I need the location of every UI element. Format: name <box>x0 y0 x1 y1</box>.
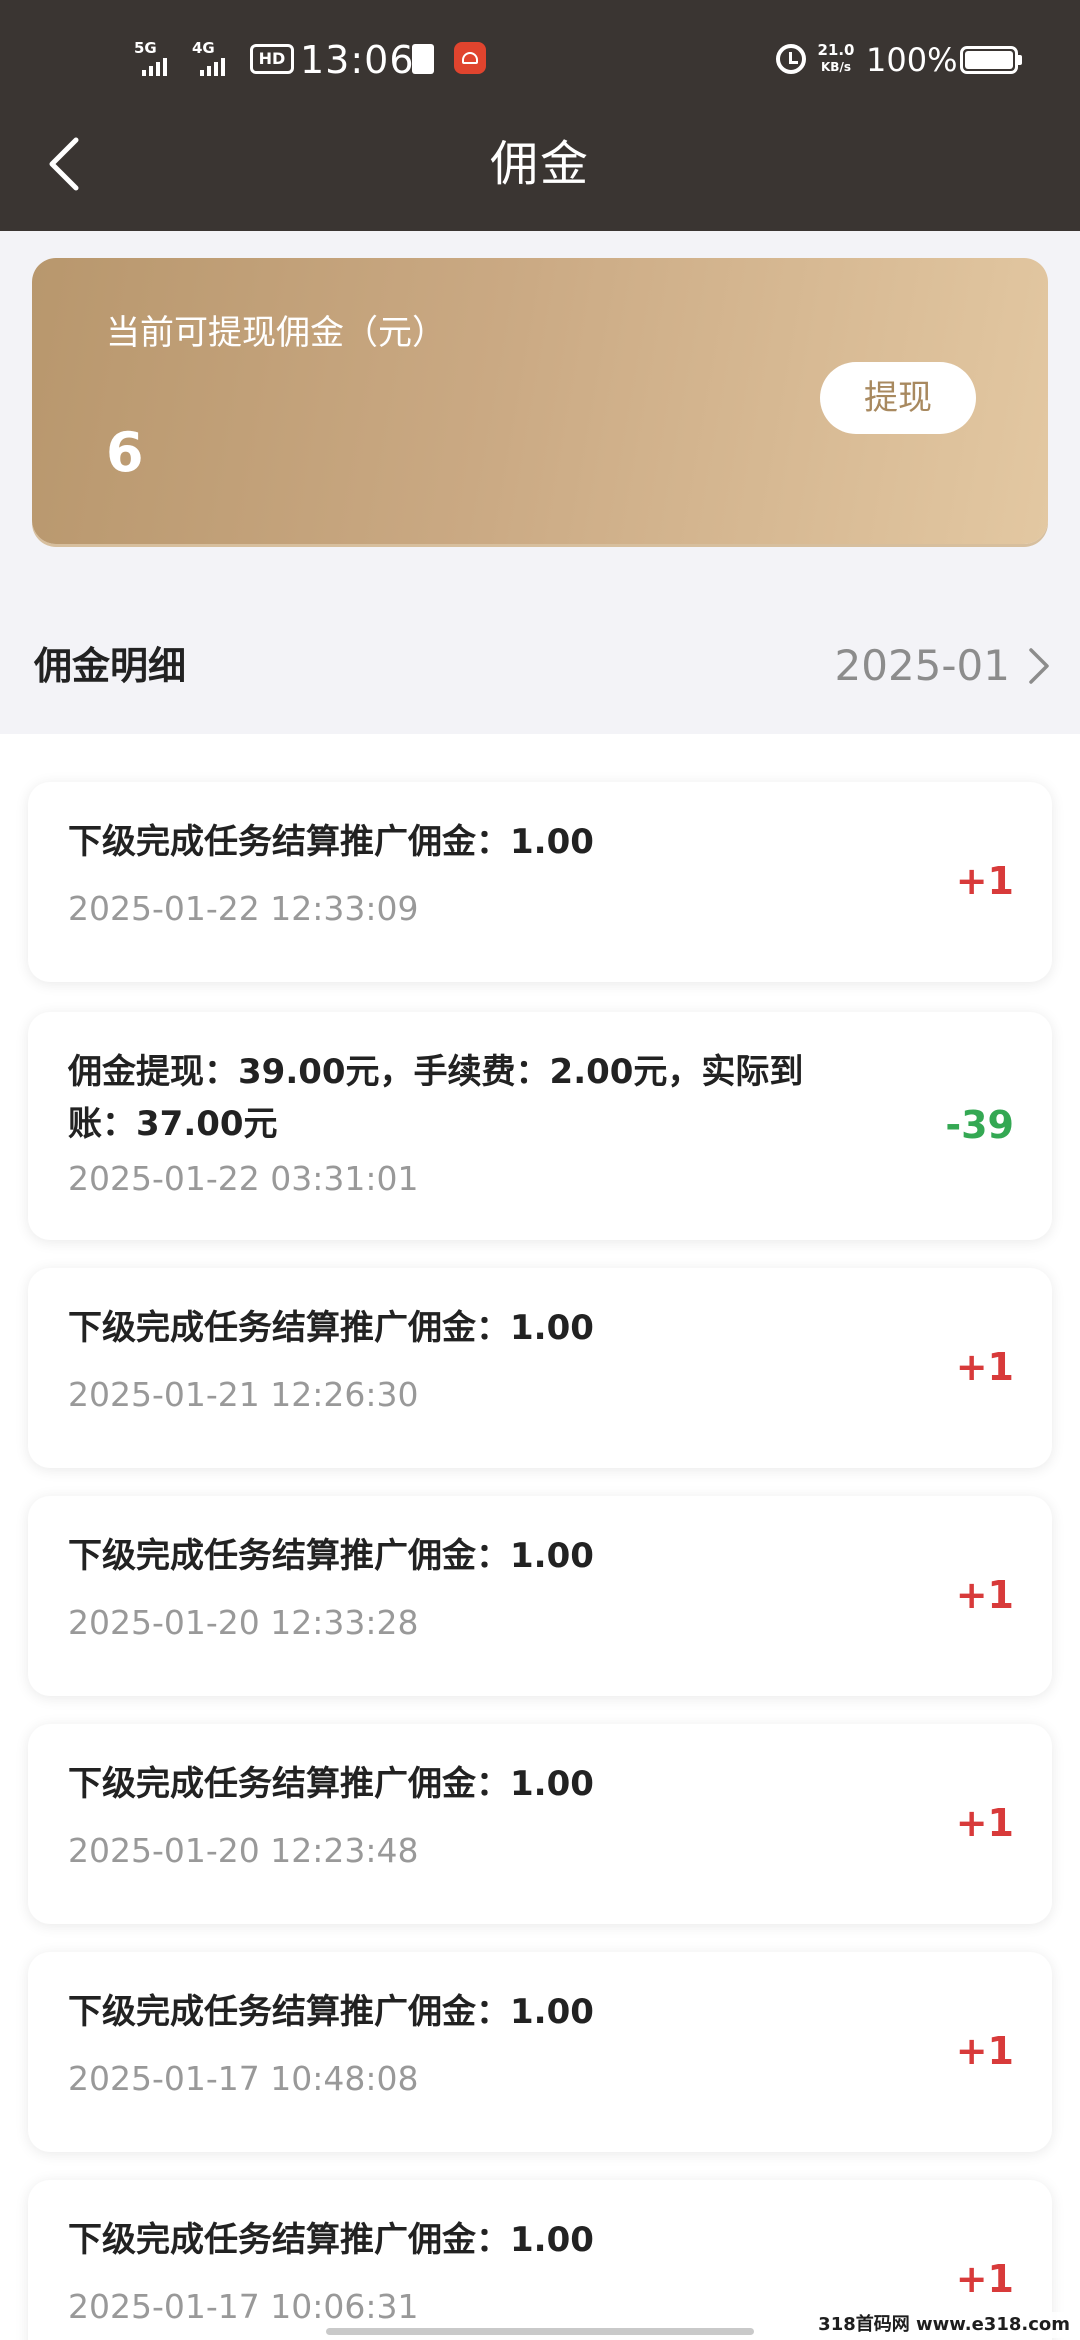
notification-app-icon <box>454 42 486 74</box>
record-time: 2025-01-20 12:33:28 <box>68 1603 419 1642</box>
record-amount: +1 <box>955 2257 1014 2301</box>
sim1-network-label: 5G <box>134 39 157 57</box>
battery-percent: 100% <box>866 41 958 79</box>
record-description: 下级完成任务结算推广佣金：1.00 <box>68 1764 594 1804</box>
record-item[interactable]: 下级完成任务结算推广佣金：1.00 2025-01-17 10:48:08 +1 <box>28 1952 1052 2152</box>
record-time: 2025-01-17 10:06:31 <box>68 2287 419 2326</box>
network-speed: 21.0 KB/s <box>814 42 858 76</box>
record-amount: +1 <box>955 1573 1014 1617</box>
record-amount: -39 <box>945 1103 1014 1147</box>
network-speed-value: 21.0 <box>817 41 855 59</box>
record-description: 下级完成任务结算推广佣金：1.00 <box>68 1536 594 1576</box>
record-amount: +1 <box>955 2029 1014 2073</box>
record-description: 下级完成任务结算推广佣金：1.00 <box>68 822 594 862</box>
record-item[interactable]: 佣金提现：39.00元，手续费：2.00元，实际到账：37.00元 2025-0… <box>28 1012 1052 1240</box>
record-description: 下级完成任务结算推广佣金：1.00 <box>68 2220 594 2260</box>
record-item[interactable]: 下级完成任务结算推广佣金：1.00 2025-01-20 12:23:48 +1 <box>28 1724 1052 1924</box>
record-item[interactable]: 下级完成任务结算推广佣金：1.00 2025-01-22 12:33:09 +1 <box>28 782 1052 982</box>
record-time: 2025-01-22 12:33:09 <box>68 889 419 928</box>
notification-clipboard-icon <box>412 44 434 74</box>
app-header: 5G 4G HD 13:06 21.0 KB/s 100% 佣金 <box>0 0 1080 231</box>
hd-voice-icon: HD <box>250 44 294 74</box>
battery-icon <box>960 46 1022 74</box>
records-list[interactable]: 下级完成任务结算推广佣金：1.00 2025-01-22 12:33:09 +1… <box>0 734 1080 2340</box>
status-time: 13:06 <box>300 38 415 82</box>
record-time: 2025-01-20 12:23:48 <box>68 1831 419 1870</box>
withdraw-button[interactable]: 提现 <box>820 362 976 434</box>
month-picker[interactable]: 2025-01 <box>835 630 1051 702</box>
month-value: 2025-01 <box>834 641 1011 690</box>
status-bar: 5G 4G HD 13:06 21.0 KB/s 100% <box>0 30 1080 90</box>
alarm-icon <box>776 44 806 74</box>
record-amount: +1 <box>955 1345 1014 1389</box>
detail-title: 佣金明细 <box>34 644 187 688</box>
watermark: 318首码网 www.e318.com <box>814 2312 1074 2338</box>
sim2-network-label: 4G <box>192 39 215 57</box>
home-indicator[interactable] <box>326 2328 754 2335</box>
network-speed-unit: KB/s <box>821 60 851 74</box>
record-time: 2025-01-22 03:31:01 <box>68 1159 419 1198</box>
balance-value: 6 <box>106 421 144 484</box>
record-time: 2025-01-17 10:48:08 <box>68 2059 419 2098</box>
page-title: 佣金 <box>489 136 590 192</box>
record-description: 下级完成任务结算推广佣金：1.00 <box>68 1308 594 1348</box>
sim2-signal-icon: 4G <box>192 40 242 80</box>
record-item[interactable]: 下级完成任务结算推广佣金：1.00 2025-01-21 12:26:30 +1 <box>28 1268 1052 1468</box>
record-amount: +1 <box>955 859 1014 903</box>
record-description: 佣金提现：39.00元，手续费：2.00元，实际到账：37.00元 <box>68 1052 804 1144</box>
record-item[interactable]: 下级完成任务结算推广佣金：1.00 2025-01-20 12:33:28 +1 <box>28 1496 1052 1696</box>
record-amount: +1 <box>955 1801 1014 1845</box>
sim1-signal-icon: 5G <box>134 40 184 80</box>
record-description: 下级完成任务结算推广佣金：1.00 <box>68 1992 594 2032</box>
record-time: 2025-01-21 12:26:30 <box>68 1375 419 1414</box>
detail-header: 佣金明细 2025-01 <box>0 600 1080 734</box>
chevron-right-icon <box>1029 648 1049 684</box>
balance-label: 当前可提现佣金（元） <box>106 313 446 353</box>
balance-card: 当前可提现佣金（元） 6 提现 <box>32 258 1048 544</box>
